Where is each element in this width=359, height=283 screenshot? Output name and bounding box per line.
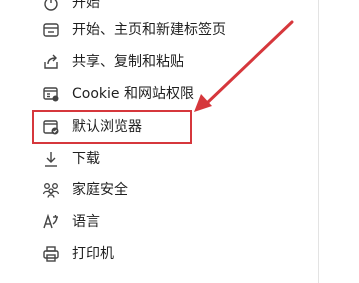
menu-item-label: 打印机 xyxy=(72,246,114,262)
menu-item-start-home-newtab[interactable]: 开始、主页和新建标签页 xyxy=(0,15,318,45)
panel-divider xyxy=(318,0,319,283)
menu-item-label: Cookie 和网站权限 xyxy=(72,86,194,102)
menu-item-label: 下载 xyxy=(72,151,100,167)
menu-item-downloads[interactable]: 下载 xyxy=(0,144,318,174)
menu-item-languages[interactable]: 语言 xyxy=(0,207,318,237)
highlight-box xyxy=(32,110,192,144)
power-icon xyxy=(42,0,60,12)
share-icon xyxy=(42,53,60,71)
menu-item-label: 开始、主页和新建标签页 xyxy=(72,22,226,38)
home-tab-icon xyxy=(42,21,60,39)
menu-item-family-safety[interactable]: 家庭安全 xyxy=(0,175,318,205)
family-safety-icon xyxy=(42,181,60,199)
menu-item-label: 共享、复制和粘贴 xyxy=(72,54,184,70)
cookie-permissions-icon xyxy=(42,85,60,103)
download-icon xyxy=(42,150,60,168)
menu-item-label: 家庭安全 xyxy=(72,182,128,198)
language-icon xyxy=(42,213,60,231)
menu-item-cookie-site-permissions[interactable]: Cookie 和网站权限 xyxy=(0,79,318,109)
menu-item-share-copy-paste[interactable]: 共享、复制和粘贴 xyxy=(0,47,318,77)
menu-item-printers[interactable]: 打印机 xyxy=(0,239,318,269)
printer-icon xyxy=(42,245,60,263)
menu-item-label: 开始 xyxy=(72,0,100,11)
menu-item-label: 语言 xyxy=(72,214,100,230)
